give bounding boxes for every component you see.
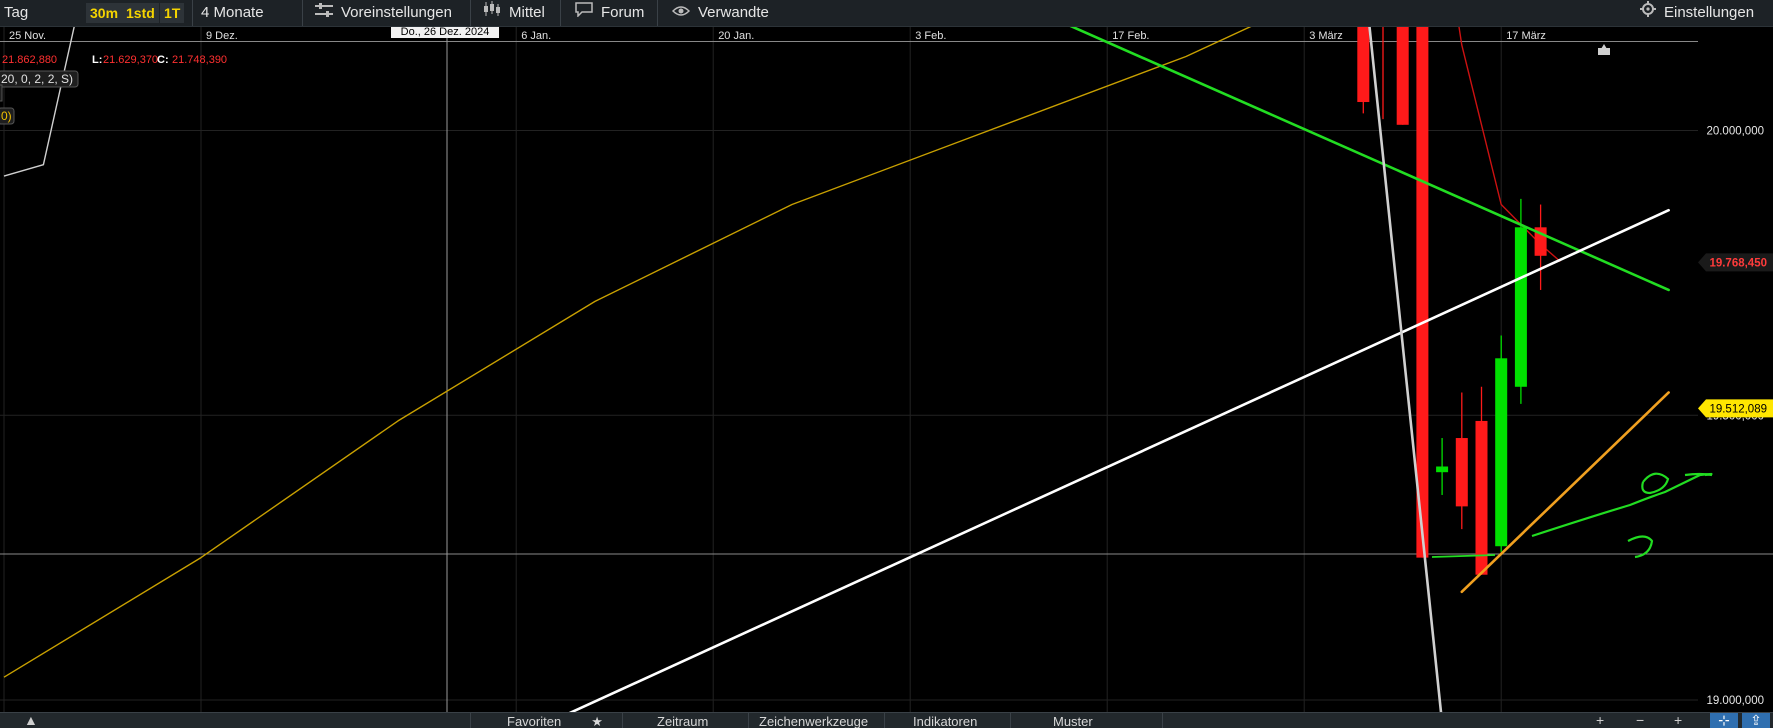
y-tick-label: 19.000,000	[1706, 695, 1764, 707]
related-label: Verwandte	[698, 4, 769, 21]
legend-close-value: 21.748,390	[172, 54, 227, 66]
interval-30m-button[interactable]: 30m	[86, 3, 123, 23]
sliders-icon	[315, 0, 333, 26]
favorites-label: Favoriten	[507, 714, 562, 728]
y-axis-price-labels: 22.000,00021.500,00021.000,00020.500,000…	[1706, 126, 1764, 708]
price-chart[interactable]: 25 Nov. 9 Dez. 6 Jan. 20 Jan. 3 Feb. 17 Feb. 3…	[0, 27, 1773, 712]
candle-down	[1475, 420, 1488, 575]
forum-label: Forum	[601, 4, 645, 21]
y-tick-label: 20.000,000	[1706, 126, 1764, 138]
green-scribble-line	[1531, 472, 1713, 538]
price-badges: 22.109,29621.569,24521.461,36220.813,429…	[1698, 253, 1773, 418]
candle-down	[1416, 27, 1429, 558]
patterns-label: Muster	[1053, 714, 1093, 728]
forum-button[interactable]: Forum	[560, 0, 644, 26]
ma-short-line	[1458, 27, 1561, 263]
candle-up	[1514, 227, 1527, 387]
horizontal-gridlines	[0, 130, 1698, 701]
plus-icon[interactable]: +	[1596, 713, 1604, 728]
price-badge-label: 19.512,089	[1709, 403, 1767, 415]
eye-icon	[671, 0, 691, 26]
chart-type-label: Mittel	[509, 4, 545, 21]
candlestick-series	[1357, 27, 1547, 575]
drawn-trendlines	[568, 27, 1670, 712]
share-icon[interactable]: ⇪	[1742, 713, 1770, 728]
indicators-label: Indikatoren	[913, 714, 978, 728]
x-tick-label: 20 Jan.	[718, 30, 754, 42]
indicator-lines	[3, 27, 1561, 678]
side-panel-handle[interactable]	[0, 84, 3, 102]
x-tick-label: 6 Jan.	[521, 30, 551, 42]
x-tick-label: 17 März	[1506, 30, 1546, 42]
trendline-orange	[1460, 391, 1670, 594]
x-tick-label: 3 Feb.	[915, 30, 946, 42]
ma-long-line	[3, 27, 1252, 678]
range-selector[interactable]: 4 Monate	[192, 0, 264, 26]
alert-marker-base	[1598, 48, 1610, 55]
x-tick-label: 9 Dez.	[206, 30, 238, 42]
drawing-tools-button[interactable]: Zeichenwerkzeuge	[748, 713, 889, 728]
candle-down	[1357, 27, 1370, 103]
candle-up	[1495, 358, 1508, 547]
crosshair-tool-icon[interactable]: ⊹	[1710, 713, 1738, 728]
green-circle-scribble	[1641, 472, 1713, 495]
legend-low-value: 21.629,370	[103, 54, 158, 66]
price-badge-label: 19.768,450	[1709, 257, 1767, 269]
interval-1std-button[interactable]: 1std	[122, 3, 159, 23]
bollinger-lower-line	[3, 27, 75, 177]
gear-icon	[1640, 0, 1656, 26]
x-axis-date-labels: 25 Nov. 9 Dez. 6 Jan. 20 Jan. 3 Feb. 17 Feb. 3…	[9, 30, 1546, 42]
legend-high-value: 21.862,880	[2, 54, 57, 66]
top-reference-line	[0, 41, 1698, 42]
trendline-green	[1069, 27, 1670, 292]
chart-type-button[interactable]: Mittel	[470, 0, 545, 26]
chart-toolbar: Tag 30m 1std 1T 4 Monate Voreinstellunge…	[0, 0, 1773, 27]
crosshair-date-text: Do., 26 Dez. 2024	[401, 27, 490, 38]
presets-label: Voreinstellungen	[341, 4, 452, 21]
collapse-up-icon[interactable]: ▲	[24, 713, 38, 728]
price-badge: 19.768,450	[1698, 253, 1773, 272]
settings-button[interactable]: Einstellungen	[1640, 0, 1754, 26]
drawing-tools-label: Zeichenwerkzeuge	[759, 714, 869, 728]
interval-1t-button[interactable]: 1T	[160, 3, 185, 23]
x-tick-label: 17 Feb.	[1112, 30, 1149, 42]
x-tick-label: 25 Nov.	[9, 30, 46, 42]
legend-low-label: L:	[92, 54, 102, 66]
range-label: 4 Monate	[201, 4, 264, 21]
candle-down	[1396, 27, 1409, 125]
x-tick-label: 3 März	[1309, 30, 1343, 42]
ma-params-label: 0)	[1, 109, 12, 123]
vertical-gridlines	[3, 27, 1502, 712]
chat-bubble-icon	[575, 0, 593, 26]
crosshair-date-tooltip: Do., 26 Dez. 2024	[391, 27, 499, 38]
ohlc-legend: 21.862,880 L: 21.629,370 C: 21.748,390	[2, 54, 227, 66]
presets-button[interactable]: Voreinstellungen	[302, 0, 452, 26]
zoom-in-icon[interactable]: +	[1674, 713, 1682, 728]
zoom-out-icon[interactable]: −	[1636, 713, 1644, 728]
legend-close-label: C:	[157, 54, 169, 66]
period-label[interactable]: Tag	[4, 0, 28, 26]
bottom-toolbar: ▲ Favoriten ★ Zeitraum Zeichenwerkzeuge I…	[0, 712, 1773, 728]
settings-label: Einstellungen	[1664, 4, 1755, 21]
candle-down	[1455, 438, 1468, 507]
bollinger-params-label: 20, 0, 2, 2, S)	[1, 72, 73, 86]
timeframe-label: Zeitraum	[657, 714, 709, 728]
bottombar-spacer	[1162, 713, 1583, 728]
price-badge: 19.512,089	[1698, 399, 1773, 418]
star-icon: ★	[591, 714, 603, 728]
candlestick-icon	[483, 0, 501, 26]
candle-up	[1436, 466, 1449, 473]
related-button[interactable]: Verwandte	[657, 0, 769, 26]
